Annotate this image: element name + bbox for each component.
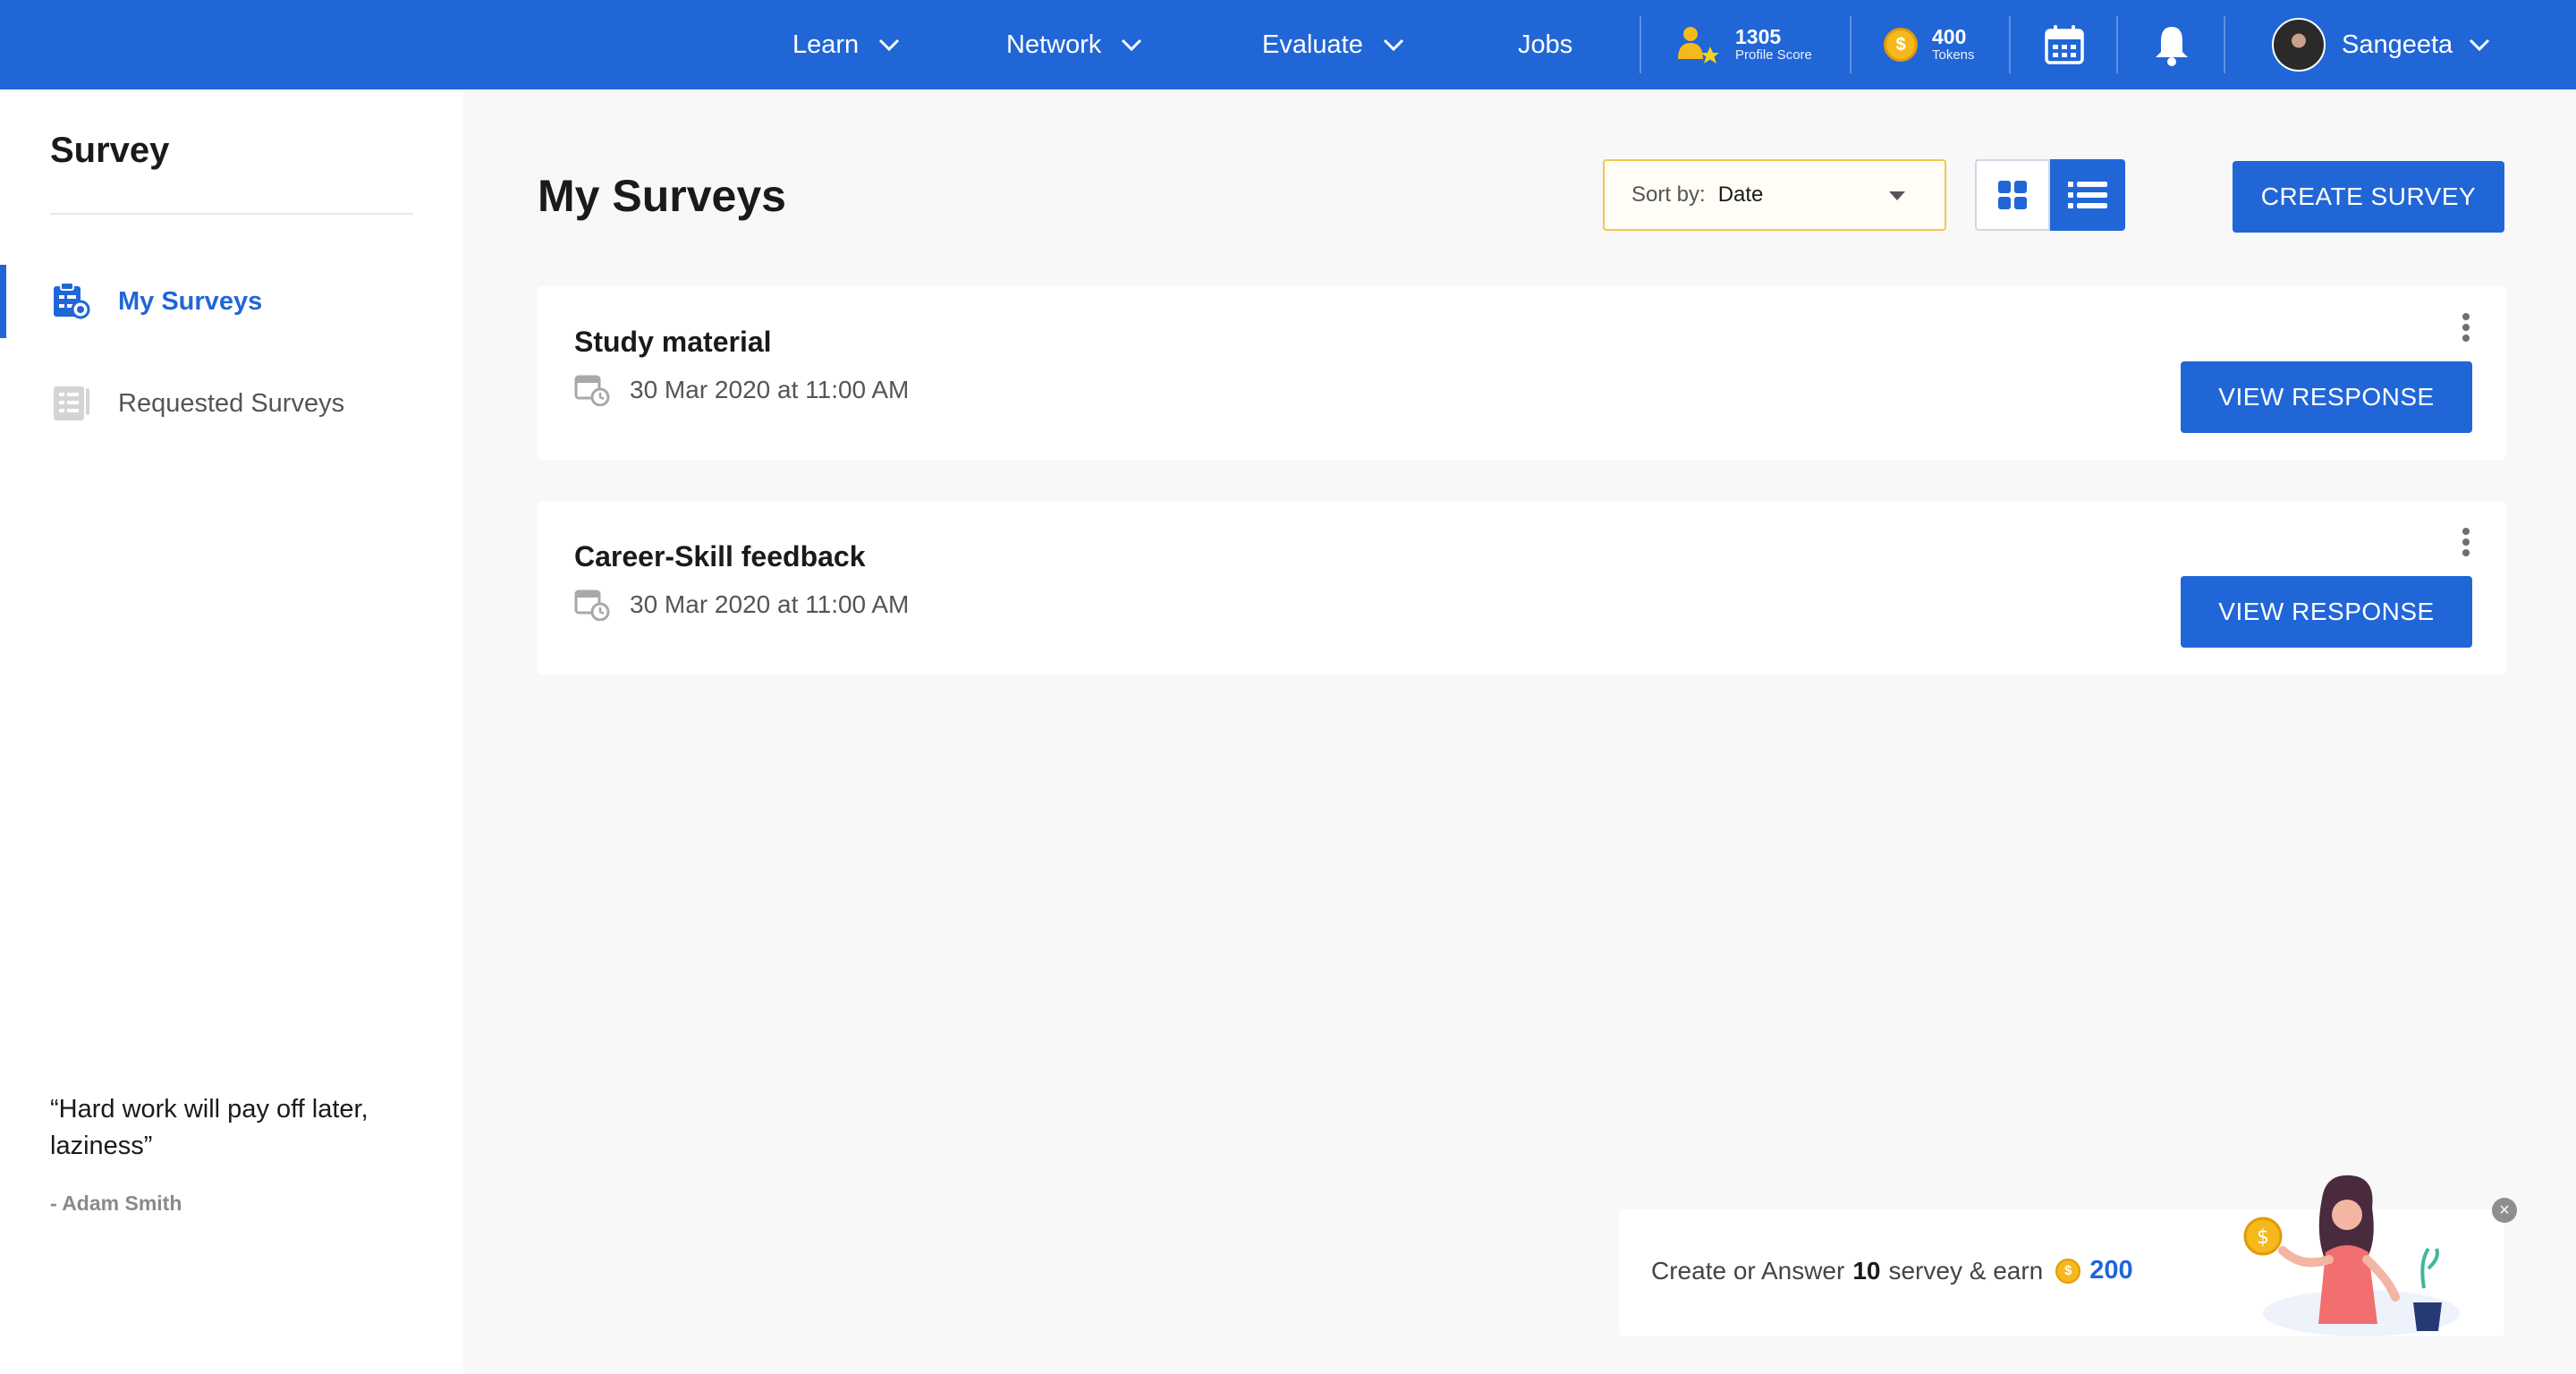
tokens-value: 400 bbox=[1932, 25, 1967, 49]
quote-author: - Adam Smith bbox=[50, 1192, 182, 1215]
sidebar-title: Survey bbox=[50, 131, 170, 170]
tokens[interactable]: $ 400 Tokens bbox=[1884, 0, 1975, 89]
calendar-icon[interactable] bbox=[2043, 23, 2086, 66]
profile-score[interactable]: 1305 Profile Score bbox=[1674, 0, 1812, 89]
nav-network[interactable]: Network bbox=[1006, 0, 1142, 89]
sort-label: Sort by: bbox=[1631, 182, 1706, 207]
create-survey-button[interactable]: CREATE SURVEY bbox=[2233, 161, 2504, 233]
survey-card: Career-Skill feedback 30 Mar 2020 at 11:… bbox=[537, 501, 2506, 674]
promo-count: 10 bbox=[1852, 1256, 1881, 1285]
survey-date: 30 Mar 2020 at 11:00 AM bbox=[630, 376, 910, 403]
divider bbox=[2009, 16, 2011, 73]
nav-jobs[interactable]: Jobs bbox=[1518, 0, 1572, 89]
sidebar-item-label: My Surveys bbox=[118, 286, 263, 316]
nav-evaluate-label: Evaluate bbox=[1262, 30, 1363, 59]
user-name: Sangeeta bbox=[2342, 30, 2453, 59]
profile-score-label: Profile Score bbox=[1735, 47, 1812, 64]
sort-dropdown[interactable]: Sort by: Date bbox=[1603, 159, 1946, 231]
list-icon bbox=[2068, 182, 2107, 208]
more-options-icon[interactable] bbox=[2460, 524, 2472, 560]
promo-amount: 200 bbox=[2089, 1256, 2133, 1285]
divider bbox=[1640, 16, 1641, 73]
close-icon[interactable]: × bbox=[2492, 1198, 2517, 1223]
nav-jobs-label: Jobs bbox=[1518, 30, 1573, 59]
list-view-button[interactable] bbox=[2050, 159, 2125, 231]
sidebar-item-my-surveys[interactable]: My Surveys bbox=[0, 265, 463, 338]
avatar bbox=[2272, 18, 2326, 72]
coin-icon: $ bbox=[2055, 1258, 2081, 1284]
nav-network-label: Network bbox=[1006, 30, 1102, 59]
grid-view-button[interactable] bbox=[1975, 159, 2050, 231]
divider bbox=[1850, 16, 1852, 73]
survey-card: Study material 30 Mar 2020 at 11:00 AM V… bbox=[537, 286, 2506, 460]
chevron-down-icon bbox=[1122, 38, 1142, 52]
view-response-button[interactable]: VIEW RESPONSE bbox=[2181, 576, 2472, 648]
user-menu[interactable]: Sangeeta bbox=[2272, 0, 2490, 89]
survey-date: 30 Mar 2020 at 11:00 AM bbox=[630, 590, 910, 618]
woman-holding-coin-illustration: $ bbox=[2243, 1175, 2460, 1336]
sidebar-item-label: Requested Surveys bbox=[118, 388, 345, 418]
svg-text:$: $ bbox=[2257, 1226, 2269, 1249]
nav-learn-label: Learn bbox=[792, 30, 860, 59]
coin-icon: $ bbox=[1884, 28, 1918, 62]
quote-text: “Hard work will pay off later, laziness” bbox=[50, 1095, 369, 1160]
nav-learn[interactable]: Learn bbox=[792, 0, 900, 89]
view-response-button[interactable]: VIEW RESPONSE bbox=[2181, 361, 2472, 433]
promo-text: Create or Answer 10 servey & earn $ 200 bbox=[1651, 1256, 2133, 1285]
tokens-label: Tokens bbox=[1932, 47, 1975, 64]
promo-prefix: Create or Answer bbox=[1651, 1256, 1845, 1285]
bell-icon[interactable] bbox=[2152, 23, 2191, 66]
my-surveys-icon bbox=[54, 282, 90, 319]
profile-score-value: 1305 bbox=[1735, 25, 1782, 49]
calendar-clock-icon bbox=[574, 375, 610, 406]
sidebar: Survey My Surveys Requested Surveys “Har… bbox=[0, 89, 463, 1374]
survey-title: Study material bbox=[574, 326, 772, 358]
chevron-down-icon bbox=[879, 38, 900, 52]
requested-surveys-icon bbox=[54, 386, 89, 420]
divider bbox=[2116, 16, 2118, 73]
sidebar-divider bbox=[50, 213, 413, 215]
chevron-down-icon bbox=[2470, 38, 2490, 52]
grid-icon bbox=[1998, 181, 2027, 209]
promo-suffix: servey & earn bbox=[1888, 1256, 2044, 1285]
survey-title: Career-Skill feedback bbox=[574, 540, 866, 572]
sidebar-item-requested-surveys[interactable]: Requested Surveys bbox=[0, 367, 463, 440]
calendar-clock-icon bbox=[574, 589, 610, 621]
caret-down-icon bbox=[1889, 191, 1905, 200]
sort-value: Date bbox=[1717, 182, 1764, 207]
chevron-down-icon bbox=[1383, 38, 1403, 52]
view-toggle bbox=[1975, 159, 2125, 231]
divider bbox=[2224, 16, 2225, 73]
more-options-icon[interactable] bbox=[2460, 310, 2472, 345]
page-title: My Surveys bbox=[538, 171, 786, 221]
top-navbar: Learn Network Evaluate Jobs 1305 Profile… bbox=[0, 0, 2576, 89]
nav-evaluate[interactable]: Evaluate bbox=[1262, 0, 1404, 89]
profile-score-icon bbox=[1678, 27, 1719, 64]
